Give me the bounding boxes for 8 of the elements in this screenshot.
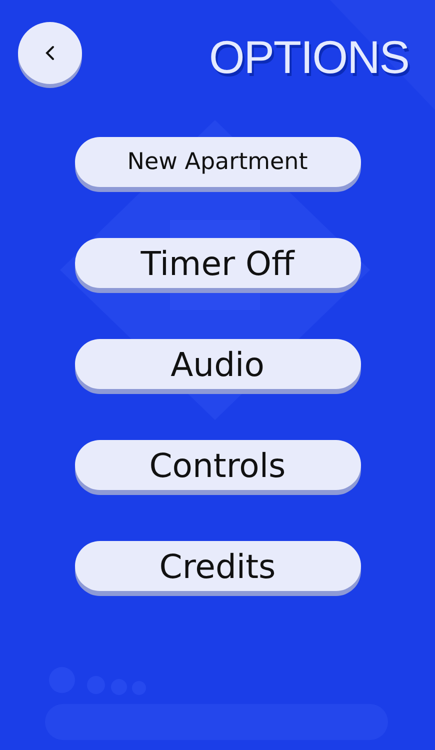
screen-title: OPTIONS xyxy=(208,30,409,84)
menu-button[interactable]: Controls xyxy=(74,440,360,490)
menu-button[interactable]: Audio xyxy=(74,339,360,389)
menu-button[interactable]: New Apartment xyxy=(74,137,360,187)
menu-button[interactable]: Credits xyxy=(74,541,360,591)
back-button[interactable] xyxy=(18,22,82,84)
menu-button[interactable]: Timer Off xyxy=(74,238,360,288)
back-icon xyxy=(45,45,55,61)
